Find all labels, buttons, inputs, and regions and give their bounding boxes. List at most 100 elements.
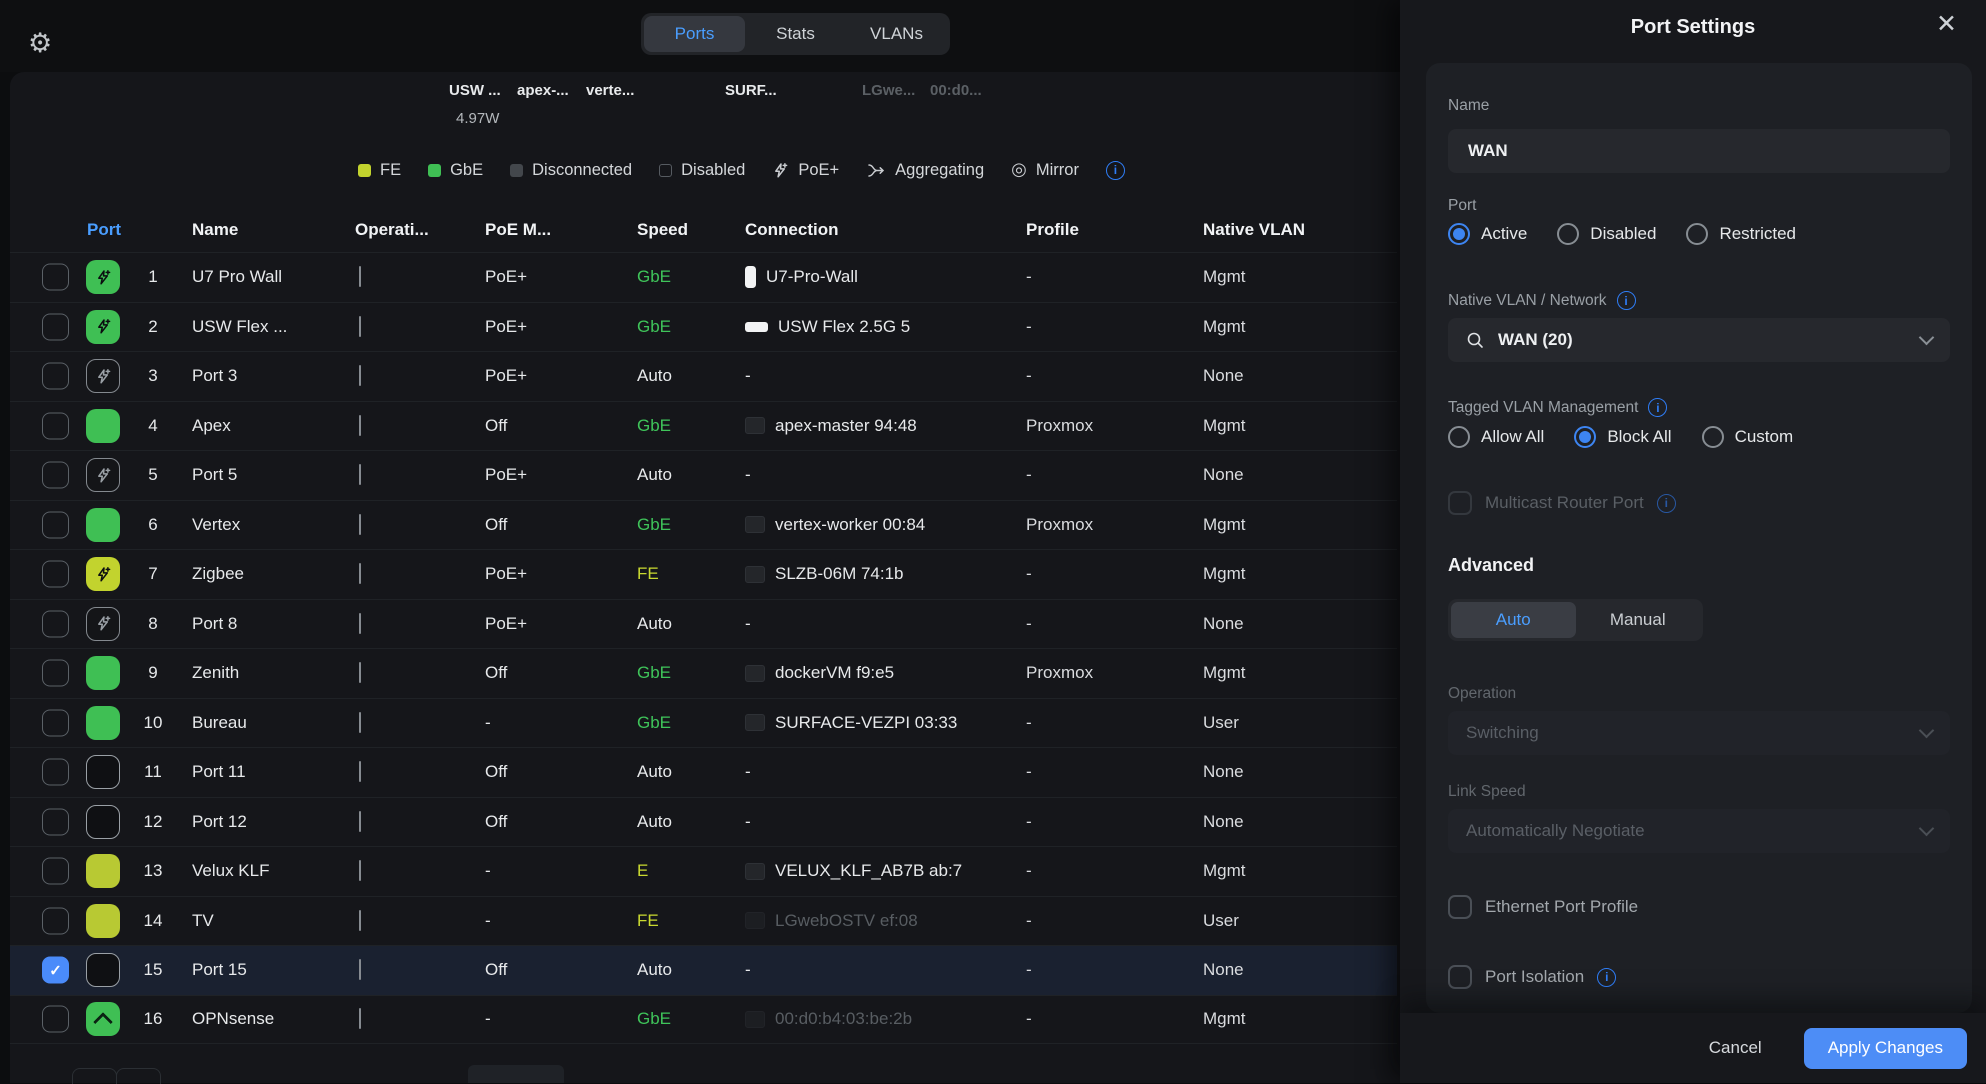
table-row[interactable]: ✓ 6 Vertex Off GbE vertex-worker 00:84 P… [10, 500, 1397, 550]
link-speed-select[interactable]: Automatically Negotiate [1448, 809, 1950, 853]
row-checkbox[interactable]: ✓ [42, 858, 69, 885]
poe-mode: - [485, 713, 491, 733]
apply-changes-button[interactable]: Apply Changes [1804, 1028, 1967, 1069]
table-row[interactable]: ✓ 9 Zenith Off GbE dockerVM f9:e5 Proxmo… [10, 648, 1397, 698]
row-checkbox[interactable]: ✓ [42, 1006, 69, 1033]
gear-icon[interactable]: ⚙ [28, 30, 52, 57]
port-isolation-checkbox[interactable] [1448, 965, 1472, 989]
port-name: Port 12 [192, 812, 247, 832]
port-status-icon [86, 755, 120, 789]
tagged-vlan-option-block-all[interactable]: Block All [1574, 426, 1671, 448]
profile-value: - [1026, 713, 1032, 733]
legend-label: Aggregating [895, 161, 984, 180]
port-status-option-disabled[interactable]: Disabled [1557, 223, 1656, 245]
table-row[interactable]: ✓ 3 Port 3 PoE+ Auto - - None [10, 351, 1397, 401]
table-row[interactable]: ✓ 5 Port 5 PoE+ Auto - - None [10, 450, 1397, 500]
tagged-vlan-label: Tagged VLAN Management i [1448, 398, 1667, 417]
column-header-6[interactable]: Profile [1026, 220, 1079, 240]
column-header-1[interactable]: Name [192, 220, 238, 240]
info-icon[interactable]: i [1648, 398, 1667, 417]
multicast-router-port-row: Multicast Router Port i [1448, 491, 1676, 515]
row-checkbox[interactable]: ✓ [42, 610, 69, 637]
pagination-prev-next[interactable] [72, 1068, 161, 1084]
port-status-icon [86, 607, 120, 641]
native-vlan-value: None [1203, 960, 1244, 980]
row-checkbox[interactable]: ✓ [42, 808, 69, 835]
cancel-button[interactable]: Cancel [1709, 1038, 1762, 1058]
profile-value: - [1026, 911, 1032, 931]
row-checkbox[interactable]: ✓ [42, 363, 69, 390]
row-checkbox[interactable]: ✓ [42, 313, 69, 340]
device-strip-label: apex-... [517, 82, 569, 99]
table-row[interactable]: ✓ 16 OPNsense - GbE 00:d0:b4:03:be:2b - … [10, 995, 1397, 1045]
tab-ports[interactable]: Ports [644, 16, 745, 52]
row-checkbox[interactable]: ✓ [42, 462, 69, 489]
table-row[interactable]: ✓ 12 Port 12 Off Auto - - None [10, 797, 1397, 847]
port-status-option-restricted[interactable]: Restricted [1686, 223, 1796, 245]
table-row[interactable]: ✓ 10 Bureau - GbE SURFACE-VEZPI 03:33 - … [10, 698, 1397, 748]
radio-icon [1574, 426, 1596, 448]
poe-mode: PoE+ [485, 564, 527, 584]
tab-stats[interactable]: Stats [745, 16, 846, 52]
operation-select[interactable]: Switching [1448, 711, 1950, 755]
device-icon [359, 563, 361, 584]
column-header-0[interactable]: Port [87, 220, 121, 240]
table-row[interactable]: ✓ 15 Port 15 Off Auto - - None [10, 945, 1397, 995]
table-row[interactable]: ✓ 14 TV - FE LGwebOSTV ef:08 - User [10, 896, 1397, 946]
row-checkbox[interactable]: ✓ [42, 660, 69, 687]
port-status-icon [86, 805, 120, 839]
poe-mode: Off [485, 812, 507, 832]
native-vlan-label: Native VLAN / Network i [1448, 291, 1636, 310]
tagged-vlan-option-allow-all[interactable]: Allow All [1448, 426, 1544, 448]
row-checkbox[interactable]: ✓ [42, 907, 69, 934]
multicast-checkbox[interactable] [1448, 491, 1472, 515]
poe-mode: PoE+ [485, 317, 527, 337]
mode-tab-manual[interactable]: Manual [1576, 602, 1701, 638]
port-status-icon [86, 310, 120, 344]
tagged-vlan-option-custom[interactable]: Custom [1702, 426, 1794, 448]
row-checkbox[interactable]: ✓ [42, 957, 69, 984]
table-row[interactable]: ✓ 2 USW Flex ... PoE+ GbE USW Flex 2.5G … [10, 302, 1397, 352]
port-name: Velux KLF [192, 861, 270, 881]
legend-swatch-outline [659, 164, 672, 177]
row-checkbox[interactable]: ✓ [42, 412, 69, 439]
legend-info-icon[interactable]: i [1106, 161, 1125, 180]
column-header-7[interactable]: Native VLAN [1203, 220, 1305, 240]
table-row[interactable]: ✓ 1 U7 Pro Wall PoE+ GbE U7-Pro-Wall - M… [10, 252, 1397, 302]
mode-tab-auto[interactable]: Auto [1451, 602, 1576, 638]
column-header-5[interactable]: Connection [745, 220, 839, 240]
native-vlan-select[interactable]: WAN (20) [1448, 318, 1950, 362]
info-icon[interactable]: i [1617, 291, 1636, 310]
row-checkbox[interactable]: ✓ [42, 511, 69, 538]
port-name: Port 15 [192, 960, 247, 980]
port-status-option-active[interactable]: Active [1448, 223, 1527, 245]
profile-value: - [1026, 614, 1032, 634]
connection-name: dockerVM f9:e5 [775, 663, 894, 683]
legend-label: Disabled [681, 161, 745, 180]
info-icon[interactable]: i [1657, 494, 1676, 513]
pagination-page-button[interactable] [468, 1065, 564, 1083]
column-header-4[interactable]: Speed [637, 220, 688, 240]
info-icon[interactable]: i [1597, 968, 1616, 987]
row-checkbox[interactable]: ✓ [42, 709, 69, 736]
table-row[interactable]: ✓ 4 Apex Off GbE apex-master 94:48 Proxm… [10, 401, 1397, 451]
device-strip-label: verte... [586, 82, 634, 99]
search-icon [1466, 331, 1485, 350]
table-row[interactable]: ✓ 13 Velux KLF - E VELUX_KLF_AB7B ab:7 -… [10, 846, 1397, 896]
row-checkbox[interactable]: ✓ [42, 759, 69, 786]
connection-device-icon [745, 566, 765, 583]
close-icon[interactable]: ✕ [1936, 12, 1957, 37]
radio-label: Allow All [1481, 427, 1544, 447]
ethernet-profile-checkbox[interactable] [1448, 895, 1472, 919]
table-row[interactable]: ✓ 8 Port 8 PoE+ Auto - - None [10, 599, 1397, 649]
column-header-3[interactable]: PoE M... [485, 220, 551, 240]
tab-vlans[interactable]: VLANs [846, 16, 947, 52]
column-header-2[interactable]: Operati... [355, 220, 429, 240]
table-row[interactable]: ✓ 11 Port 11 Off Auto - - None [10, 747, 1397, 797]
row-checkbox[interactable]: ✓ [42, 561, 69, 588]
chevron-down-icon [1919, 821, 1935, 837]
port-status-radio-group: Active Disabled Restricted [1448, 223, 1796, 245]
row-checkbox[interactable]: ✓ [42, 264, 69, 291]
name-input[interactable]: WAN [1448, 129, 1950, 173]
table-row[interactable]: ✓ 7 Zigbee PoE+ FE SLZB-06M 74:1b - Mgmt [10, 549, 1397, 599]
